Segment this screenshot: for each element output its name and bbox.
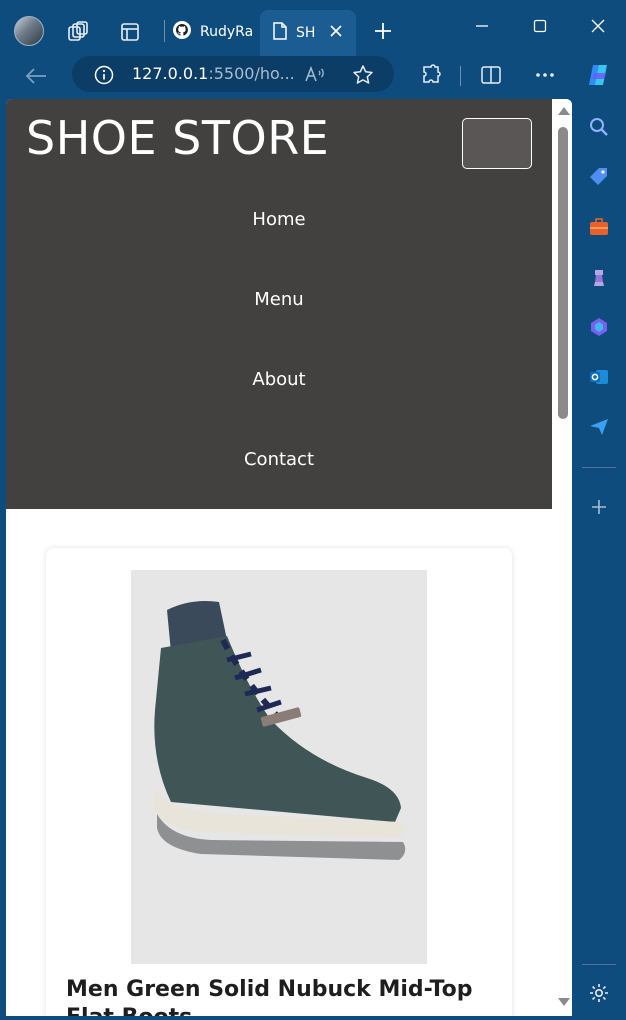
- toolbar-separator: [460, 66, 461, 86]
- product-card[interactable]: Men Green Solid Nubuck Mid-Top Flat Boot…: [46, 548, 512, 1016]
- extensions-icon[interactable]: [418, 62, 444, 88]
- scroll-down-icon[interactable]: [558, 998, 570, 1006]
- url-path: :5500/ho...: [208, 64, 295, 83]
- tab-shoe-store[interactable]: SH: [260, 10, 356, 56]
- tab-actions-icon[interactable]: [118, 20, 142, 44]
- copilot-icon[interactable]: [584, 60, 614, 90]
- split-screen-icon[interactable]: [478, 62, 504, 88]
- workspaces-icon[interactable]: [66, 20, 90, 44]
- back-arrow-icon[interactable]: [22, 62, 50, 90]
- nav-menu-link[interactable]: Menu: [6, 260, 552, 340]
- shopping-tag-icon[interactable]: [586, 164, 612, 190]
- microsoft-365-icon[interactable]: [586, 314, 612, 340]
- sidebar-separator: [582, 467, 616, 468]
- favorite-star-icon[interactable]: [350, 62, 376, 88]
- nav-contact-link[interactable]: Contact: [6, 420, 552, 500]
- page-scrollbar[interactable]: [554, 99, 572, 1016]
- read-aloud-icon[interactable]: [302, 63, 328, 87]
- minimize-icon[interactable]: [470, 14, 494, 38]
- search-icon[interactable]: [586, 114, 612, 140]
- tab-title: RudyRa: [200, 24, 254, 40]
- profile-avatar[interactable]: [14, 16, 44, 46]
- tab-github[interactable]: RudyRa: [172, 12, 258, 52]
- page-viewport: SHOE STORE Home Menu About Contact Men G…: [6, 99, 572, 1016]
- page-icon: [272, 22, 288, 44]
- scroll-up-icon[interactable]: [558, 107, 570, 115]
- more-options-icon[interactable]: [532, 62, 558, 88]
- nav-about-link[interactable]: About: [6, 340, 552, 420]
- site-info-icon[interactable]: [92, 63, 116, 87]
- browser-tab-strip: RudyRa SH: [0, 0, 626, 56]
- url-host: 127.0.0.1: [132, 64, 209, 83]
- new-tab-icon[interactable]: [370, 18, 396, 44]
- tab-title: SH: [296, 25, 316, 41]
- close-window-icon[interactable]: [586, 14, 610, 38]
- site-header: SHOE STORE Home Menu About Contact: [6, 99, 552, 509]
- send-plane-icon[interactable]: [586, 414, 612, 440]
- close-tab-icon[interactable]: [329, 24, 343, 42]
- tab-separator: [164, 20, 165, 42]
- maximize-icon[interactable]: [528, 14, 552, 38]
- games-chess-icon[interactable]: [586, 264, 612, 290]
- menu-toggle-button[interactable]: [462, 118, 532, 169]
- main-nav: Home Menu About Contact: [6, 180, 552, 500]
- scroll-thumb[interactable]: [558, 127, 568, 419]
- add-icon[interactable]: [586, 494, 612, 520]
- brand-logo[interactable]: SHOE STORE: [26, 111, 329, 165]
- github-icon: [172, 20, 192, 44]
- nav-home-link[interactable]: Home: [6, 180, 552, 260]
- product-image[interactable]: [131, 570, 427, 964]
- edge-sidebar: [574, 100, 626, 1020]
- settings-gear-icon[interactable]: [586, 980, 612, 1006]
- tools-briefcase-icon[interactable]: [586, 214, 612, 240]
- address-url[interactable]: 127.0.0.1:5500/ho...: [132, 64, 295, 83]
- boot-illustration: [131, 570, 427, 964]
- sidebar-separator: [582, 964, 616, 965]
- outlook-icon[interactable]: [586, 364, 612, 390]
- product-title[interactable]: Men Green Solid Nubuck Mid-Top Flat Boot…: [66, 976, 506, 1016]
